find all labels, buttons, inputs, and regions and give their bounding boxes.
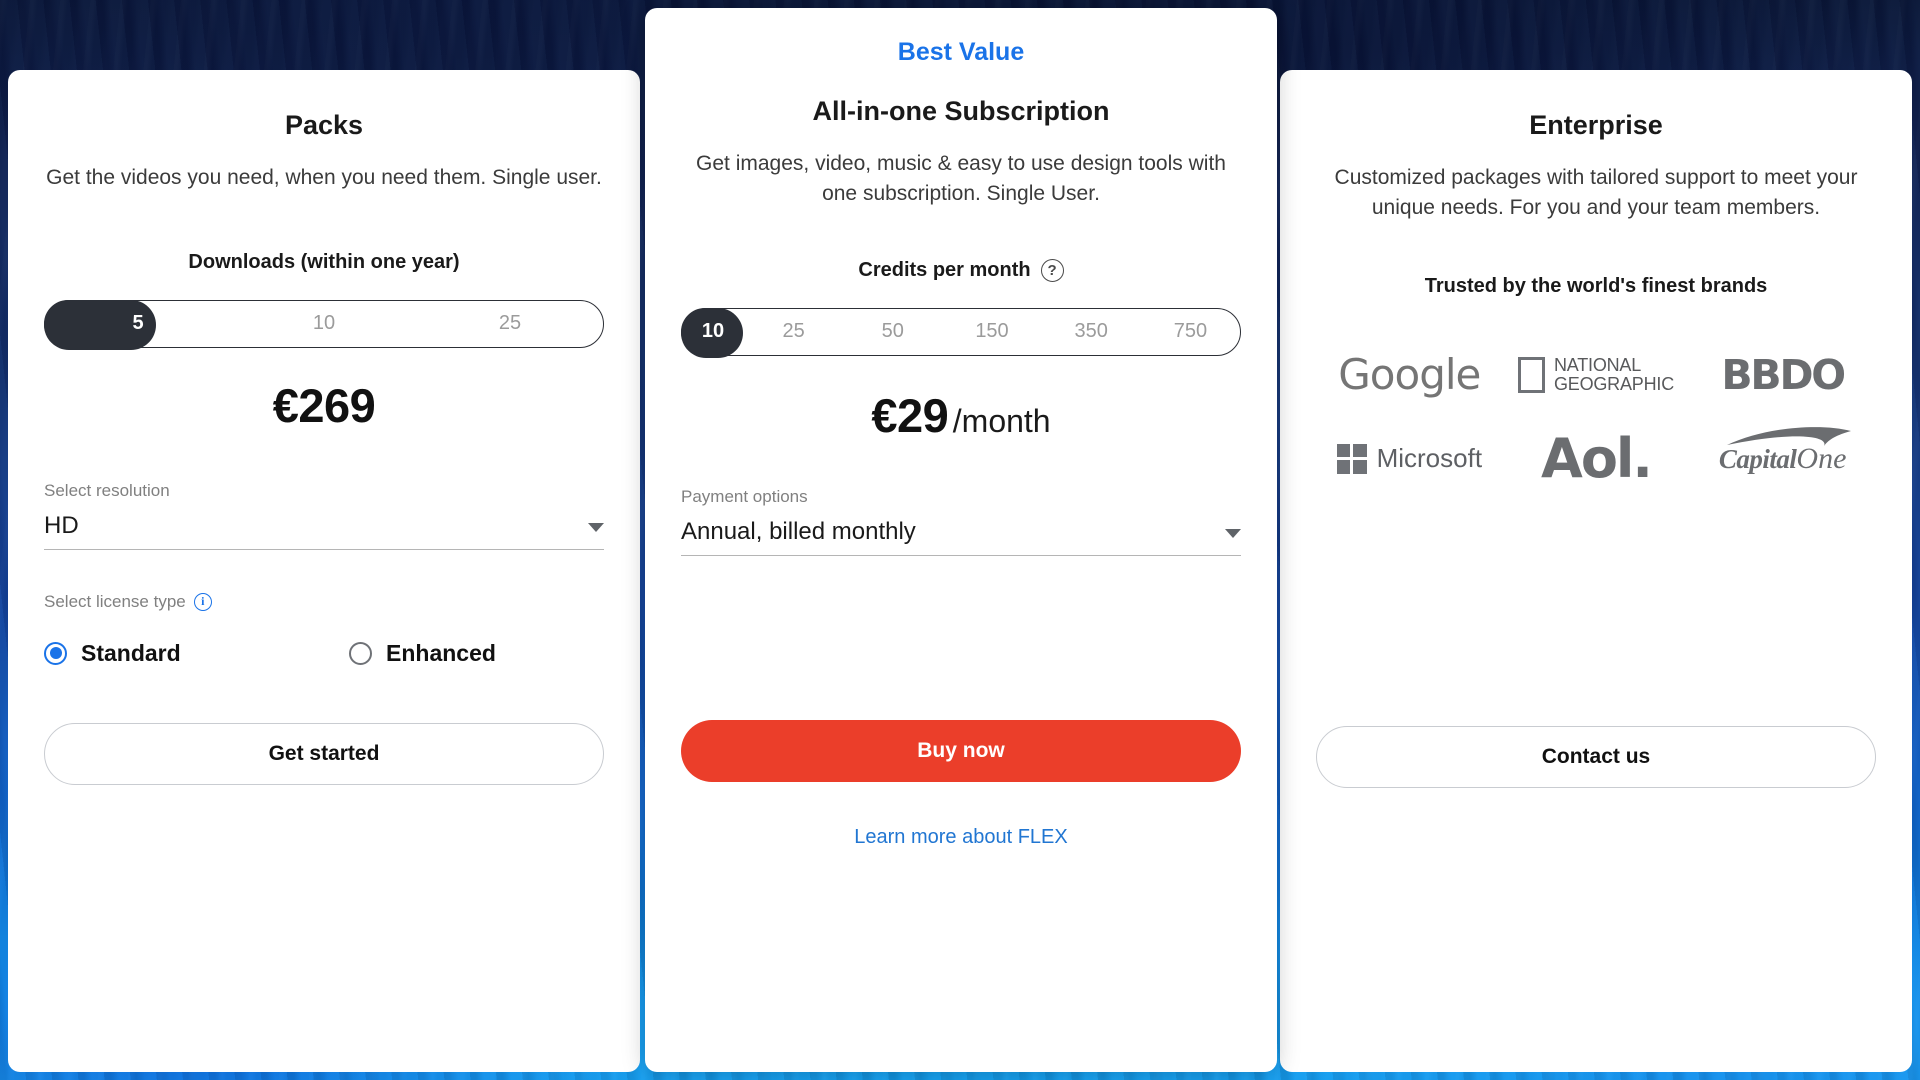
chevron-down-icon <box>588 522 604 532</box>
capital-one-swoosh-icon <box>1726 426 1851 446</box>
packs-price: €269 <box>272 378 376 432</box>
packs-option-5[interactable]: 5 <box>45 301 231 347</box>
packs-option-25[interactable]: 25 <box>417 301 603 347</box>
radio-enhanced-dot <box>349 641 372 665</box>
packs-license-radio-group: Standard Enhanced <box>44 640 604 667</box>
subscription-credits-selector[interactable]: 10 25 50 150 350 750 <box>681 307 1241 358</box>
packs-get-started-button[interactable]: Get started <box>44 722 604 785</box>
packs-downloads-label: Downloads (within one year) <box>44 251 604 274</box>
subscription-payment-value: Annual, billed monthly <box>681 517 916 545</box>
packs-license-label-row: Select license type i <box>44 592 604 612</box>
brand-logo-capital-one: Capital One <box>1718 426 1851 488</box>
radio-standard-dot <box>44 641 67 665</box>
packs-option-10[interactable]: 10 <box>231 301 417 347</box>
google-logo: Google <box>1338 350 1481 400</box>
brand-logo-national-geographic: NATIONAL GEOGRAPHIC <box>1517 346 1674 404</box>
packs-title: Packs <box>284 110 364 140</box>
brand-logo-bbdo: BBDO <box>1721 346 1846 404</box>
brand-logo-google: Google <box>1338 346 1481 404</box>
microsoft-logo: Microsoft <box>1336 443 1483 474</box>
capital-one-part2: One <box>1796 441 1847 475</box>
natgeo-line-1: NATIONAL <box>1553 354 1642 375</box>
enterprise-plan-card: Enterprise Customized packages with tail… <box>1280 70 1912 1072</box>
brand-logo-aol: Aol. <box>1541 427 1653 491</box>
capital-one-part1: Capital <box>1718 443 1797 474</box>
subscription-price-suffix: /month <box>952 402 1051 439</box>
credits-option-150[interactable]: 150 <box>942 309 1041 355</box>
learn-more-flex-link[interactable]: Learn more about FLEX <box>681 826 1241 849</box>
credits-option-750[interactable]: 750 <box>1141 309 1240 355</box>
radio-enhanced[interactable]: Enhanced <box>349 640 496 667</box>
subscription-payment-label: Payment options <box>681 486 808 506</box>
subscription-payment-group: Payment options Annual, billed monthly <box>681 487 1241 556</box>
subscription-credits-label: Credits per month ? <box>681 258 1241 282</box>
natgeo-rect-icon <box>1517 356 1545 393</box>
subscription-buy-now-button[interactable]: Buy now <box>681 719 1241 782</box>
credits-option-25[interactable]: 25 <box>744 309 843 355</box>
packs-license-group: Select license type i Standard Enhanced <box>44 592 604 667</box>
subscription-payment-select[interactable]: Annual, billed monthly <box>681 518 1241 556</box>
brand-logo-grid: Google NATIONAL GEOGRAPHIC BBDO Microsof… <box>1316 346 1876 491</box>
enterprise-trusted-label: Trusted by the world's finest brands <box>1316 275 1876 298</box>
subscription-price-row: €29 /month <box>681 388 1241 443</box>
microsoft-squares-icon <box>1336 443 1367 474</box>
packs-plan-card: Packs Get the videos you need, when you … <box>8 70 640 1072</box>
chevron-down-icon <box>1225 528 1241 538</box>
packs-resolution-group: Select resolution HD <box>44 481 604 550</box>
packs-downloads-selector[interactable]: 5 10 25 <box>44 299 604 350</box>
microsoft-wordmark: Microsoft <box>1376 443 1483 474</box>
bbdo-logo: BBDO <box>1721 350 1846 399</box>
subscription-plan-card: Best Value All-in-one Subscription Get i… <box>645 8 1277 1072</box>
subscription-description: Get images, video, music & easy to use d… <box>696 152 1226 205</box>
natgeo-line-2: GEOGRAPHIC <box>1553 373 1674 394</box>
radio-standard[interactable]: Standard <box>44 640 349 667</box>
packs-resolution-value: HD <box>44 511 79 539</box>
national-geographic-logo: NATIONAL GEOGRAPHIC <box>1517 354 1674 394</box>
enterprise-trusted-label-text: Trusted by the world's finest brands <box>1424 274 1768 297</box>
enterprise-contact-us-button[interactable]: Contact us <box>1316 725 1876 788</box>
enterprise-description: Customized packages with tailored suppor… <box>1334 166 1858 219</box>
packs-downloads-label-text: Downloads (within one year) <box>188 250 460 273</box>
capital-one-logo: Capital One <box>1718 426 1851 476</box>
info-circle-icon[interactable]: i <box>193 592 212 611</box>
natgeo-wordmark: NATIONAL GEOGRAPHIC <box>1553 354 1674 394</box>
radio-standard-label: Standard <box>81 639 181 666</box>
packs-description: Get the videos you need, when you need t… <box>46 166 602 189</box>
brand-logo-microsoft: Microsoft <box>1336 430 1483 488</box>
credits-option-350[interactable]: 350 <box>1042 309 1141 355</box>
packs-resolution-select[interactable]: HD <box>44 512 604 550</box>
enterprise-title: Enterprise <box>1529 110 1663 140</box>
credits-option-50[interactable]: 50 <box>843 309 942 355</box>
help-circle-icon[interactable]: ? <box>1040 258 1064 282</box>
packs-price-row: €269 <box>44 378 604 433</box>
subscription-credits-label-text: Credits per month <box>858 258 1031 281</box>
radio-enhanced-label: Enhanced <box>386 639 496 666</box>
packs-license-label: Select license type <box>44 591 186 611</box>
subscription-title: All-in-one Subscription <box>812 96 1110 126</box>
best-value-badge: Best Value <box>897 38 1025 66</box>
subscription-price: €29 <box>871 388 949 442</box>
packs-resolution-label: Select resolution <box>44 480 170 500</box>
aol-logo: Aol. <box>1541 427 1653 491</box>
credits-option-10[interactable]: 10 <box>682 309 744 355</box>
